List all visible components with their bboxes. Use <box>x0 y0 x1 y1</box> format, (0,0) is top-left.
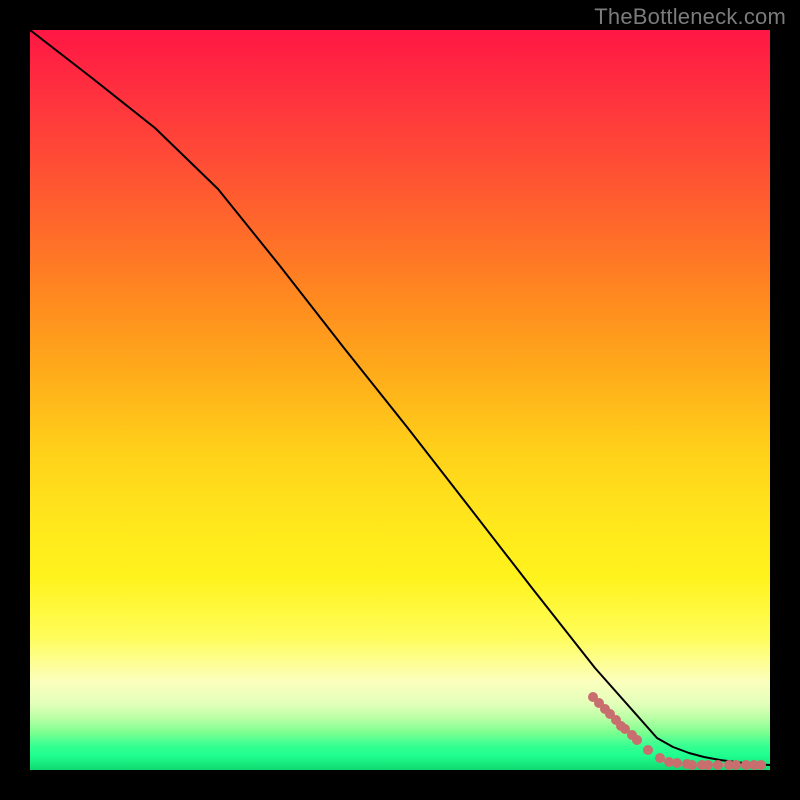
watermark-text: TheBottleneck.com <box>594 4 786 30</box>
curve-line <box>30 30 770 765</box>
tail-dot <box>731 760 741 770</box>
tail-dot <box>672 758 682 768</box>
chart-svg <box>30 30 770 770</box>
dotted-tail-group <box>588 692 766 770</box>
tail-dot <box>632 735 642 745</box>
tail-dot <box>756 760 766 770</box>
tail-dot <box>703 760 713 770</box>
tail-dot <box>643 745 653 755</box>
chart-frame: TheBottleneck.com <box>0 0 800 800</box>
tail-dot <box>713 760 723 770</box>
plot-area <box>30 30 770 770</box>
tail-dot <box>687 760 697 770</box>
tail-dot <box>655 753 665 763</box>
